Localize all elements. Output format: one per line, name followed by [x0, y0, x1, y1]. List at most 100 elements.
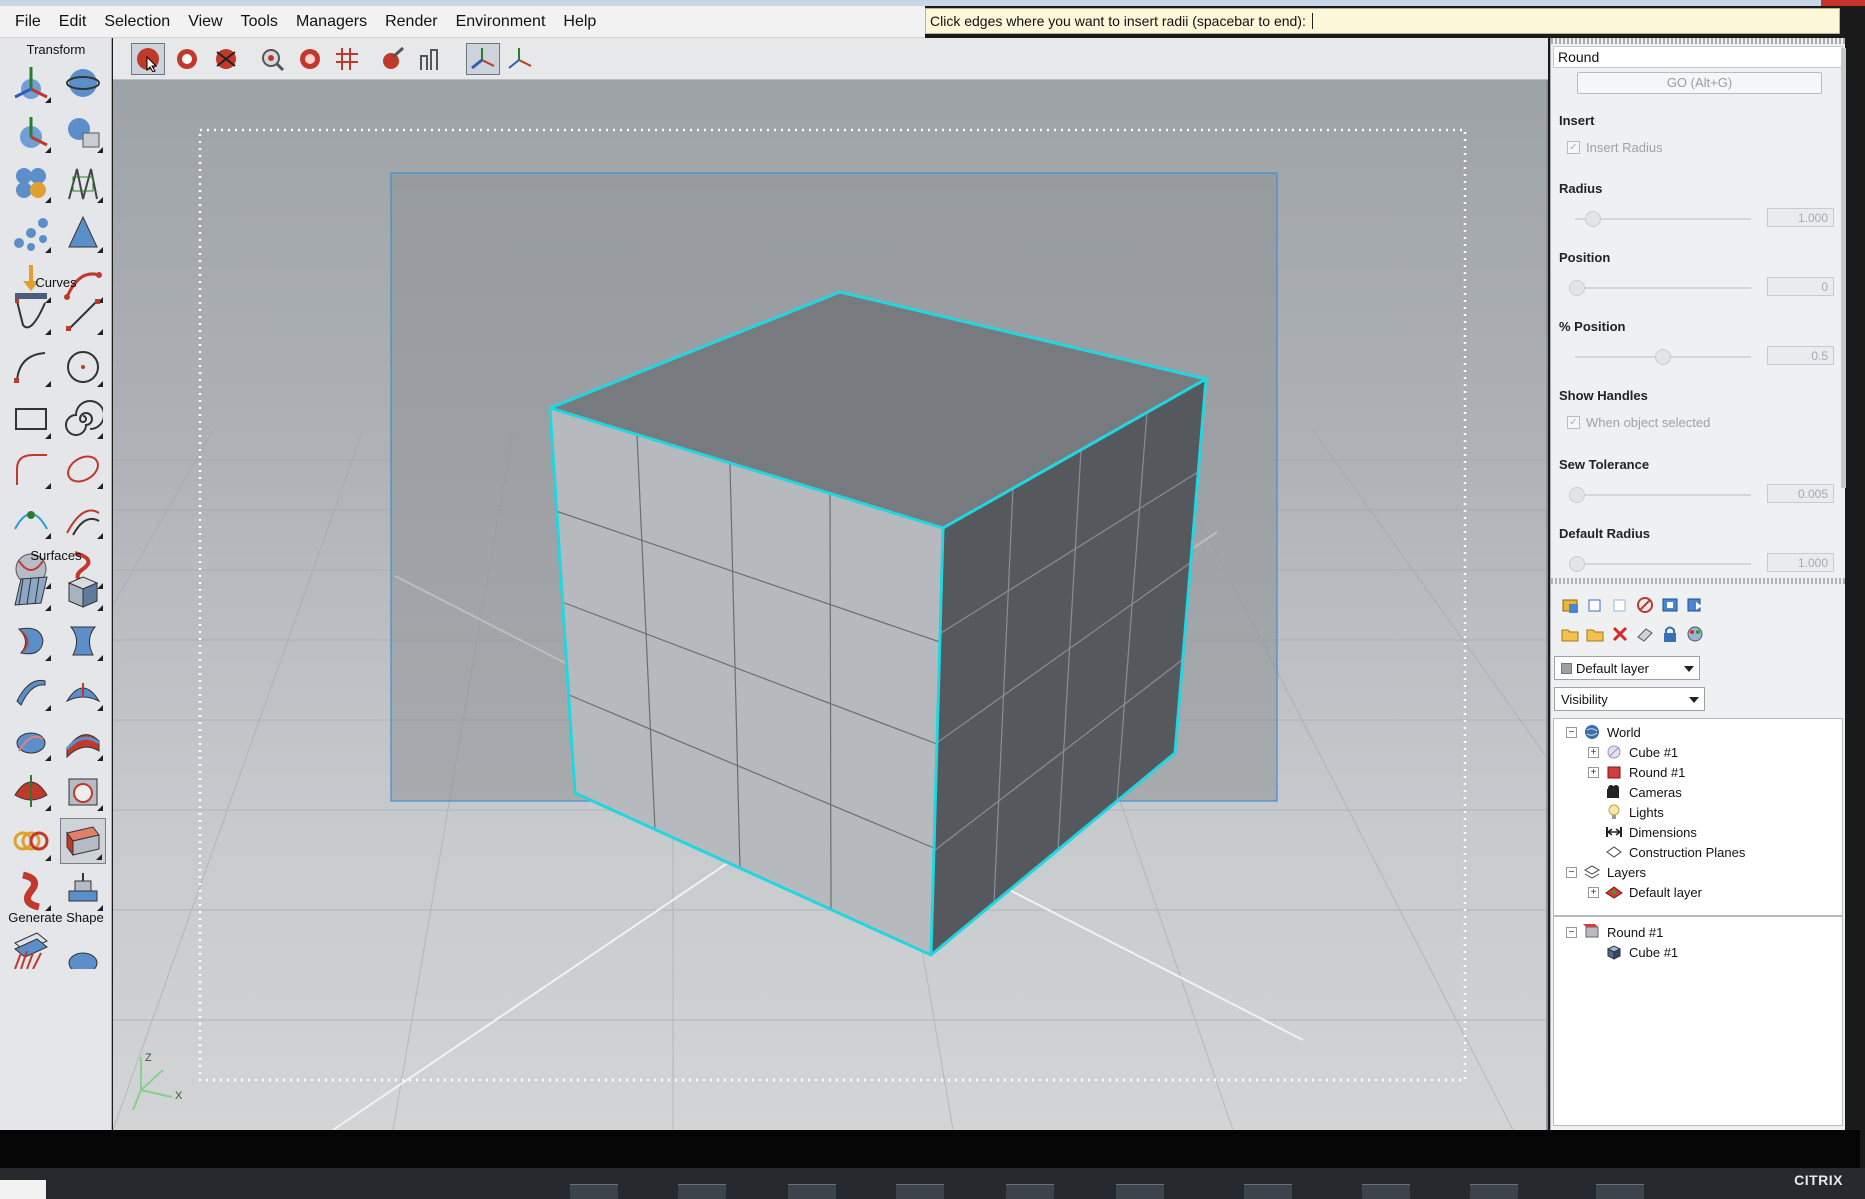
pan-grid-icon[interactable] — [330, 43, 364, 75]
menu-help[interactable]: Help — [554, 13, 605, 31]
menu-tools[interactable]: Tools — [232, 13, 287, 31]
default-radius-slider[interactable] — [1569, 556, 1751, 572]
freeform-curve-icon[interactable] — [8, 292, 54, 338]
snap-tool-icon[interactable] — [466, 43, 500, 75]
viewport-scene[interactable]: Z X — [113, 80, 1548, 1130]
select-edges-icon[interactable] — [209, 43, 243, 75]
insert-radius-option[interactable]: ✓ Insert Radius — [1567, 140, 1663, 155]
ellipse-tool-icon[interactable] — [60, 446, 106, 492]
menu-selection[interactable]: Selection — [95, 13, 179, 31]
stitch-surface-icon[interactable] — [60, 868, 106, 914]
lock-icon[interactable] — [1659, 623, 1681, 645]
taskbar-item[interactable] — [896, 1184, 944, 1199]
axis-tool-icon[interactable] — [503, 43, 537, 75]
menu-view[interactable]: View — [179, 13, 231, 31]
layer-dropdown[interactable]: Default layer — [1554, 656, 1700, 680]
command-prompt[interactable]: Click edges where you want to insert rad… — [925, 8, 1840, 34]
collapse-toggle[interactable]: − — [1566, 926, 1577, 938]
cap-surface-icon[interactable] — [8, 768, 54, 814]
panel-divider[interactable] — [1551, 578, 1846, 584]
sweep-surface-icon[interactable] — [8, 718, 54, 764]
open-folder-icon[interactable] — [1559, 623, 1581, 645]
go-button[interactable]: GO (Alt+G) — [1577, 72, 1822, 94]
scale-tool-icon[interactable] — [8, 110, 54, 156]
folder-icon[interactable] — [1584, 623, 1606, 645]
tree-item-round[interactable]: + Round #1 — [1588, 763, 1685, 781]
render-tool-icon[interactable] — [375, 43, 409, 75]
sew-tolerance-value-field[interactable]: 0.005 — [1767, 484, 1834, 503]
tree-item-cube[interactable]: + Cube #1 — [1588, 743, 1678, 761]
menu-render[interactable]: Render — [376, 13, 446, 31]
tree-item-dimensions[interactable]: Dimensions — [1588, 823, 1697, 841]
when-selected-checkbox[interactable]: ✓ — [1567, 416, 1580, 429]
generate-grass-icon[interactable] — [8, 926, 54, 972]
panel-grip[interactable] — [1551, 38, 1846, 44]
history-item-cube[interactable]: Cube #1 — [1588, 943, 1678, 961]
fillet-curve-icon[interactable] — [8, 446, 54, 492]
layer-paste-icon[interactable] — [1609, 594, 1631, 616]
taskbar-item[interactable] — [1596, 1184, 1644, 1199]
duplicate-tool-icon[interactable] — [8, 160, 54, 206]
spring-surface-icon[interactable] — [8, 818, 54, 864]
select-object-icon[interactable] — [170, 43, 204, 75]
layer-copy-icon[interactable] — [1584, 594, 1606, 616]
insert-radius-checkbox[interactable]: ✓ — [1567, 141, 1580, 154]
round-edges-tool-icon[interactable] — [60, 818, 106, 864]
lathe-surface-icon[interactable] — [8, 618, 54, 664]
layer-select-icon[interactable] — [1659, 594, 1681, 616]
zoom-tool-icon[interactable] — [255, 43, 289, 75]
rectangle-tool-icon[interactable] — [8, 396, 54, 442]
tree-item-world[interactable]: − World — [1566, 723, 1641, 741]
taskbar-item[interactable] — [1116, 1184, 1164, 1199]
skin-surface-icon[interactable] — [8, 568, 54, 614]
generate-shape-icon[interactable] — [60, 926, 106, 972]
collapse-toggle[interactable]: − — [1566, 866, 1577, 878]
pct-position-slider[interactable] — [1575, 349, 1751, 365]
history-item-round[interactable]: − Round #1 — [1566, 923, 1663, 941]
radius-slider[interactable] — [1575, 211, 1751, 227]
tree-item-lights[interactable]: Lights — [1588, 803, 1664, 821]
expand-toggle[interactable]: + — [1588, 886, 1599, 898]
radius-slider-knob[interactable] — [1585, 211, 1601, 227]
new-layer-icon[interactable] — [1559, 594, 1581, 616]
select-tool-icon[interactable] — [131, 43, 165, 75]
radius-value-field[interactable]: 1.000 — [1767, 208, 1834, 227]
layer-move-icon[interactable] — [1684, 594, 1706, 616]
eraser-icon[interactable] — [1634, 623, 1656, 645]
twist-surface-icon[interactable] — [8, 868, 54, 914]
taskbar-item[interactable] — [1244, 1184, 1292, 1199]
expand-toggle[interactable]: + — [1588, 746, 1599, 758]
vase-surface-icon[interactable] — [60, 618, 106, 664]
delete-layer-icon[interactable] — [1609, 623, 1631, 645]
tree-item-default-layer[interactable]: + Default layer — [1588, 883, 1702, 901]
taskbar-item[interactable] — [1362, 1184, 1410, 1199]
layer-hide-icon[interactable] — [1634, 594, 1656, 616]
primitive-cube-icon[interactable] — [60, 568, 106, 614]
window-close-button[interactable] — [1821, 0, 1865, 6]
curve-edit-icon[interactable] — [8, 496, 54, 542]
extrude-surface-icon[interactable] — [8, 668, 54, 714]
align-tool-icon[interactable] — [60, 110, 106, 156]
line-tool-icon[interactable] — [60, 292, 106, 338]
tree-item-construction-planes[interactable]: Construction Planes — [1588, 843, 1745, 861]
arc-tool-icon[interactable] — [8, 344, 54, 390]
network-surface-icon[interactable] — [60, 718, 106, 764]
zoom-extents-icon[interactable] — [293, 43, 327, 75]
curve-offset-icon[interactable] — [60, 496, 106, 542]
taskbar-item[interactable] — [1470, 1184, 1518, 1199]
array-tool-icon[interactable] — [60, 160, 106, 206]
taskbar-start-tile[interactable] — [0, 1180, 46, 1199]
3d-viewport[interactable]: Z X — [113, 80, 1548, 1130]
menu-environment[interactable]: Environment — [447, 13, 555, 31]
taskbar-item[interactable] — [1006, 1184, 1054, 1199]
measure-tool-icon[interactable] — [413, 43, 447, 75]
default-radius-value-field[interactable]: 1.000 — [1767, 553, 1834, 572]
expand-toggle[interactable]: + — [1588, 766, 1599, 778]
when-selected-option[interactable]: ✓ When object selected — [1567, 415, 1710, 430]
translate-tool-icon[interactable] — [8, 60, 54, 106]
properties-scrollbar[interactable] — [1841, 48, 1846, 488]
blend-surface-icon[interactable] — [60, 668, 106, 714]
visibility-dropdown[interactable]: Visibility — [1554, 687, 1705, 711]
layer-color-icon[interactable] — [1684, 623, 1706, 645]
rotate-tool-icon[interactable] — [60, 60, 106, 106]
